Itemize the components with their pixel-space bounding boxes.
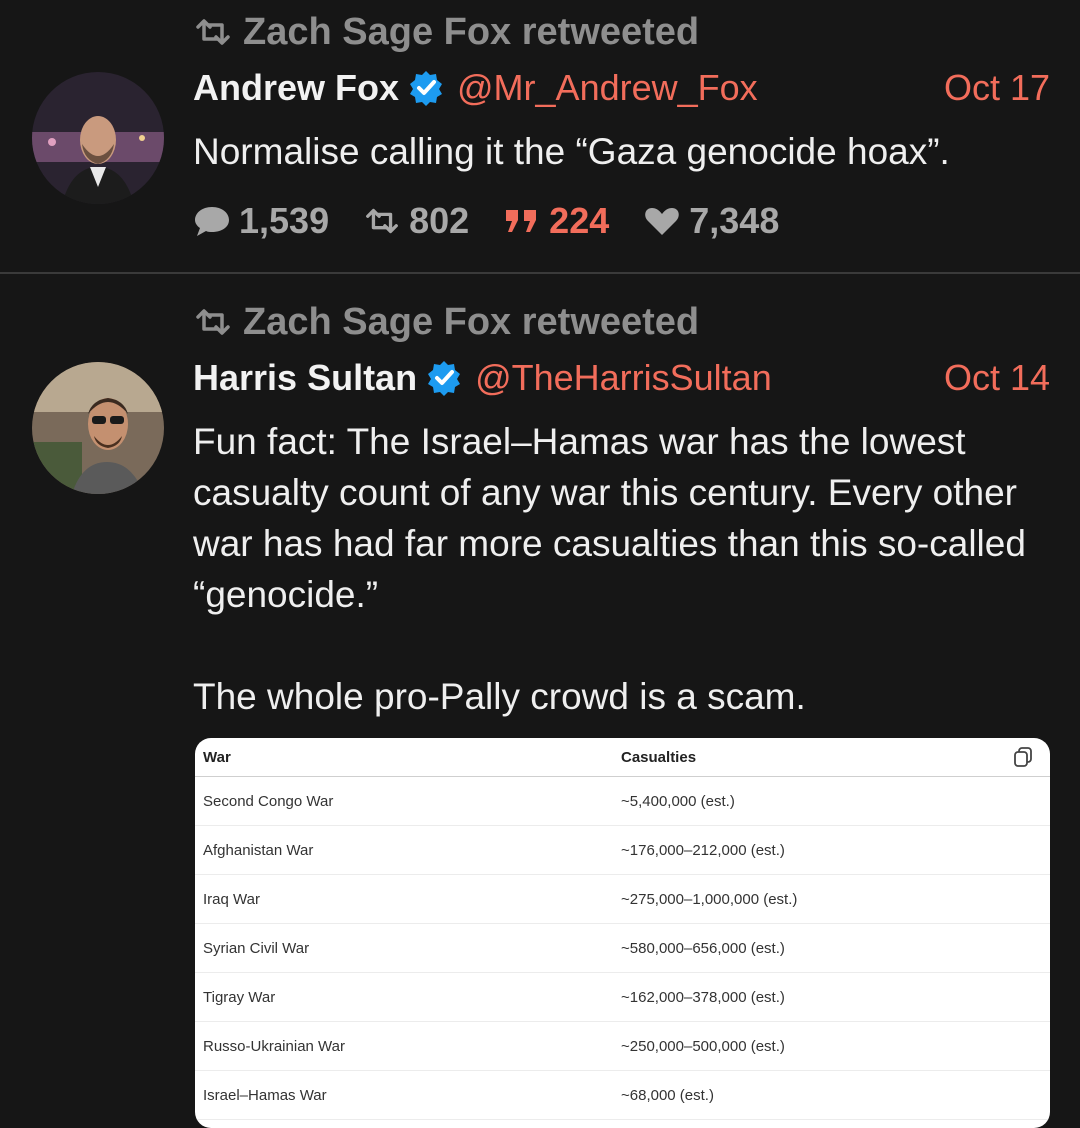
tweet-divider (0, 272, 1080, 274)
war-cell: Tigray War (195, 972, 613, 1022)
war-cell: Israel–Hamas War (195, 1070, 613, 1120)
verified-badge-icon (410, 71, 443, 106)
retweet-indicator: Zach Sage Fox retweeted (193, 300, 699, 344)
casualties-cell: ~580,000–656,000 (est.) (613, 923, 1050, 973)
quote-icon (506, 210, 537, 232)
table-row: Iraq War ~275,000–1,000,000 (est.) (195, 874, 1050, 924)
tweet-date[interactable]: Oct 17 (944, 67, 1050, 109)
tweet-header: Andrew Fox @Mr_Andrew_Fox Oct 17 (193, 66, 1050, 110)
avatar[interactable] (32, 72, 164, 204)
retweet-label: Zach Sage Fox retweeted (243, 300, 700, 343)
avatar-photo (32, 72, 164, 204)
tweet-stats: 1,539 802 224 7,348 (193, 199, 813, 243)
retweet-icon (196, 309, 230, 335)
tweet-header: Harris Sultan @TheHarrisSultan Oct 14 (193, 356, 1050, 400)
column-header-casualties: Casualties (613, 738, 1050, 777)
retweet-label: Zach Sage Fox retweeted (243, 10, 700, 53)
author-name[interactable]: Andrew Fox (193, 67, 399, 109)
table-row: Israel–Hamas War ~68,000 (est.) (195, 1070, 1050, 1120)
table-row: Syrian Civil War ~580,000–656,000 (est.) (195, 923, 1050, 973)
tweet-date[interactable]: Oct 14 (944, 357, 1050, 399)
reply-count[interactable]: 1,539 (193, 200, 329, 242)
verified-badge-icon (428, 361, 461, 396)
casualties-cell: ~5,400,000 (est.) (613, 776, 1050, 826)
casualties-cell: ~68,000 (est.) (613, 1070, 1050, 1120)
tweet-text: Normalise calling it the “Gaza genocide … (193, 131, 950, 172)
quote-count-value: 224 (549, 200, 610, 241)
tweet[interactable]: Zach Sage Fox retweeted Andrew Fox @Mr_A… (0, 0, 1080, 274)
war-cell: Second Congo War (195, 776, 613, 826)
like-count-value: 7,348 (689, 200, 780, 241)
table-row: Afghanistan War ~176,000–212,000 (est.) (195, 825, 1050, 875)
table-header-row: War Casualties (195, 738, 1050, 777)
retweet-icon (366, 208, 399, 234)
war-cell: Iraq War (195, 874, 613, 924)
copy-icon[interactable] (1012, 746, 1034, 768)
author-handle[interactable]: @TheHarrisSultan (475, 357, 772, 399)
table-row: Second Congo War ~5,400,000 (est.) (195, 776, 1050, 826)
heart-icon (645, 208, 680, 235)
tweet[interactable]: Zach Sage Fox retweeted Harris Sultan @T… (0, 276, 1080, 1128)
casualties-cell: ~275,000–1,000,000 (est.) (613, 874, 1050, 924)
casualties-cell: ~176,000–212,000 (est.) (613, 825, 1050, 875)
author-name[interactable]: Harris Sultan (193, 357, 417, 399)
casualties-table: War Casualties Second Congo War ~5,400,0… (195, 738, 1050, 1120)
table-row: Russo-Ukrainian War ~250,000–500,000 (es… (195, 1021, 1050, 1071)
reply-count-value: 1,539 (239, 200, 330, 241)
retweet-indicator: Zach Sage Fox retweeted (193, 10, 699, 54)
retweet-icon (196, 19, 230, 45)
reply-bubble-icon (195, 207, 229, 236)
like-count[interactable]: 7,348 (643, 200, 779, 242)
casualties-table-image[interactable]: War Casualties Second Congo War ~5,400,0… (195, 738, 1050, 1128)
casualties-cell: ~162,000–378,000 (est.) (613, 972, 1050, 1022)
casualties-cell: ~250,000–500,000 (est.) (613, 1021, 1050, 1071)
war-cell: Afghanistan War (195, 825, 613, 875)
avatar-photo (32, 362, 164, 494)
war-cell: Syrian Civil War (195, 923, 613, 973)
war-cell: Russo-Ukrainian War (195, 1021, 613, 1071)
table-row: Tigray War ~162,000–378,000 (est.) (195, 972, 1050, 1022)
quote-count[interactable]: 224 (503, 200, 609, 242)
tweet-text: Fun fact: The Israel–Hamas war has the l… (193, 421, 1026, 717)
retweet-count-value: 802 (409, 200, 470, 241)
column-header-war: War (195, 738, 613, 777)
avatar[interactable] (32, 362, 164, 494)
author-handle[interactable]: @Mr_Andrew_Fox (457, 67, 758, 109)
retweet-count[interactable]: 802 (363, 200, 469, 242)
